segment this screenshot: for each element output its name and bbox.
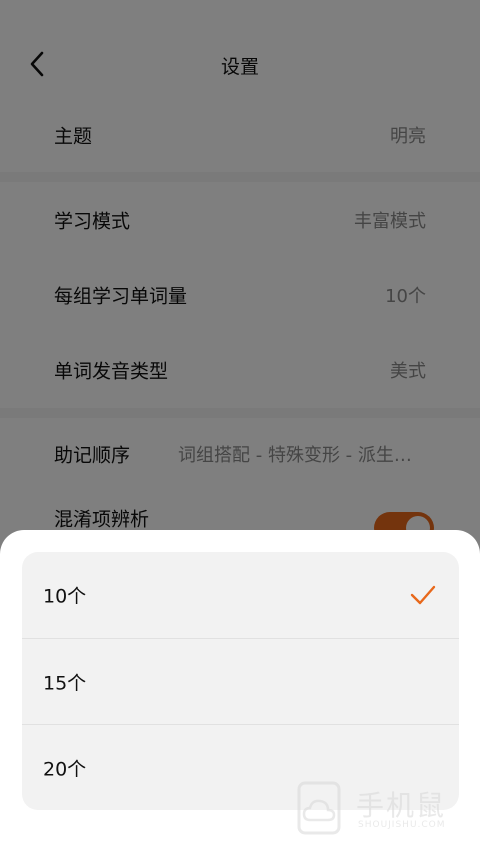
check-icon [410, 585, 436, 605]
option-list: 10个 15个 20个 [22, 552, 459, 810]
option-label: 15个 [43, 672, 87, 695]
watermark-text: 手机鼠 [356, 789, 447, 822]
option-15[interactable]: 15个 [22, 639, 459, 725]
option-label: 20个 [43, 758, 87, 781]
option-10[interactable]: 10个 [22, 552, 459, 638]
watermark-logo: 手机鼠 SHOUJISHU.COM [296, 780, 466, 840]
option-label: 10个 [43, 585, 87, 608]
watermark-subtext: SHOUJISHU.COM [358, 820, 446, 830]
watermark-icon [297, 781, 341, 835]
